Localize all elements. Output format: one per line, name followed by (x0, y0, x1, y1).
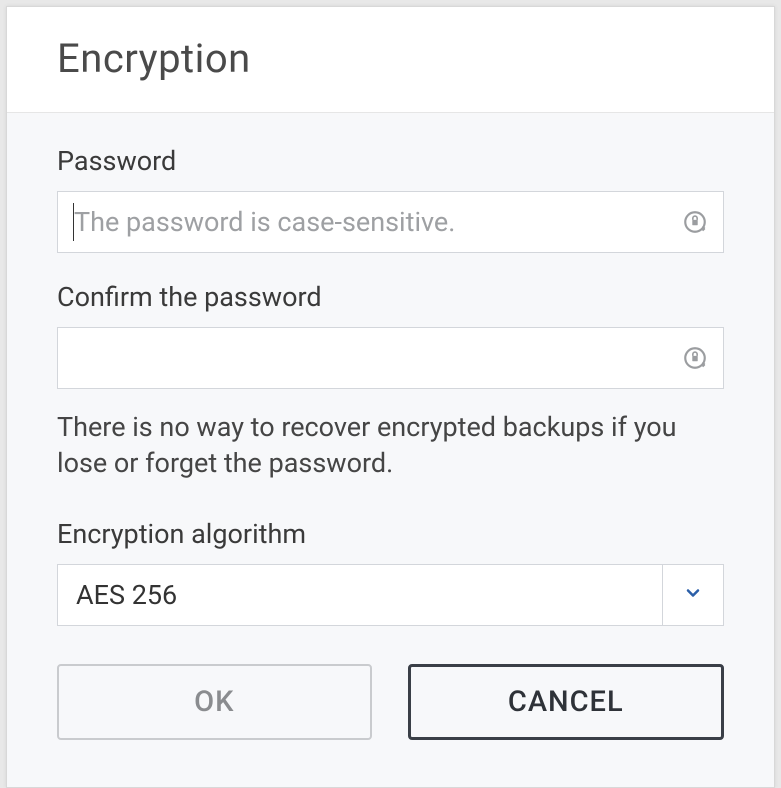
password-field-group: Password (57, 145, 724, 253)
confirm-password-label: Confirm the password (57, 281, 724, 313)
algorithm-selected-value[interactable]: AES 256 (57, 564, 662, 626)
password-input-wrapper (57, 191, 724, 253)
dialog-button-row: OK CANCEL (57, 664, 724, 740)
algorithm-label: Encryption algorithm (57, 518, 724, 550)
chevron-down-icon (683, 583, 703, 607)
dialog-body: Password Confirm the password (7, 113, 774, 740)
algorithm-select[interactable]: AES 256 (57, 564, 724, 626)
confirm-password-input[interactable] (57, 327, 724, 389)
password-warning-text: There is no way to recover encrypted bac… (57, 409, 724, 482)
algorithm-dropdown-toggle[interactable] (662, 564, 724, 626)
confirm-input-wrapper (57, 327, 724, 389)
cancel-button[interactable]: CANCEL (408, 664, 725, 740)
password-label: Password (57, 145, 724, 177)
dialog-title: Encryption (57, 35, 724, 82)
encryption-dialog: Encryption Password Confirm the password (6, 6, 775, 788)
text-cursor (73, 203, 74, 241)
confirm-field-group: Confirm the password (57, 281, 724, 389)
password-input[interactable] (57, 191, 724, 253)
dialog-header: Encryption (7, 7, 774, 113)
ok-button[interactable]: OK (57, 664, 372, 740)
algorithm-field-group: Encryption algorithm AES 256 (57, 518, 724, 626)
